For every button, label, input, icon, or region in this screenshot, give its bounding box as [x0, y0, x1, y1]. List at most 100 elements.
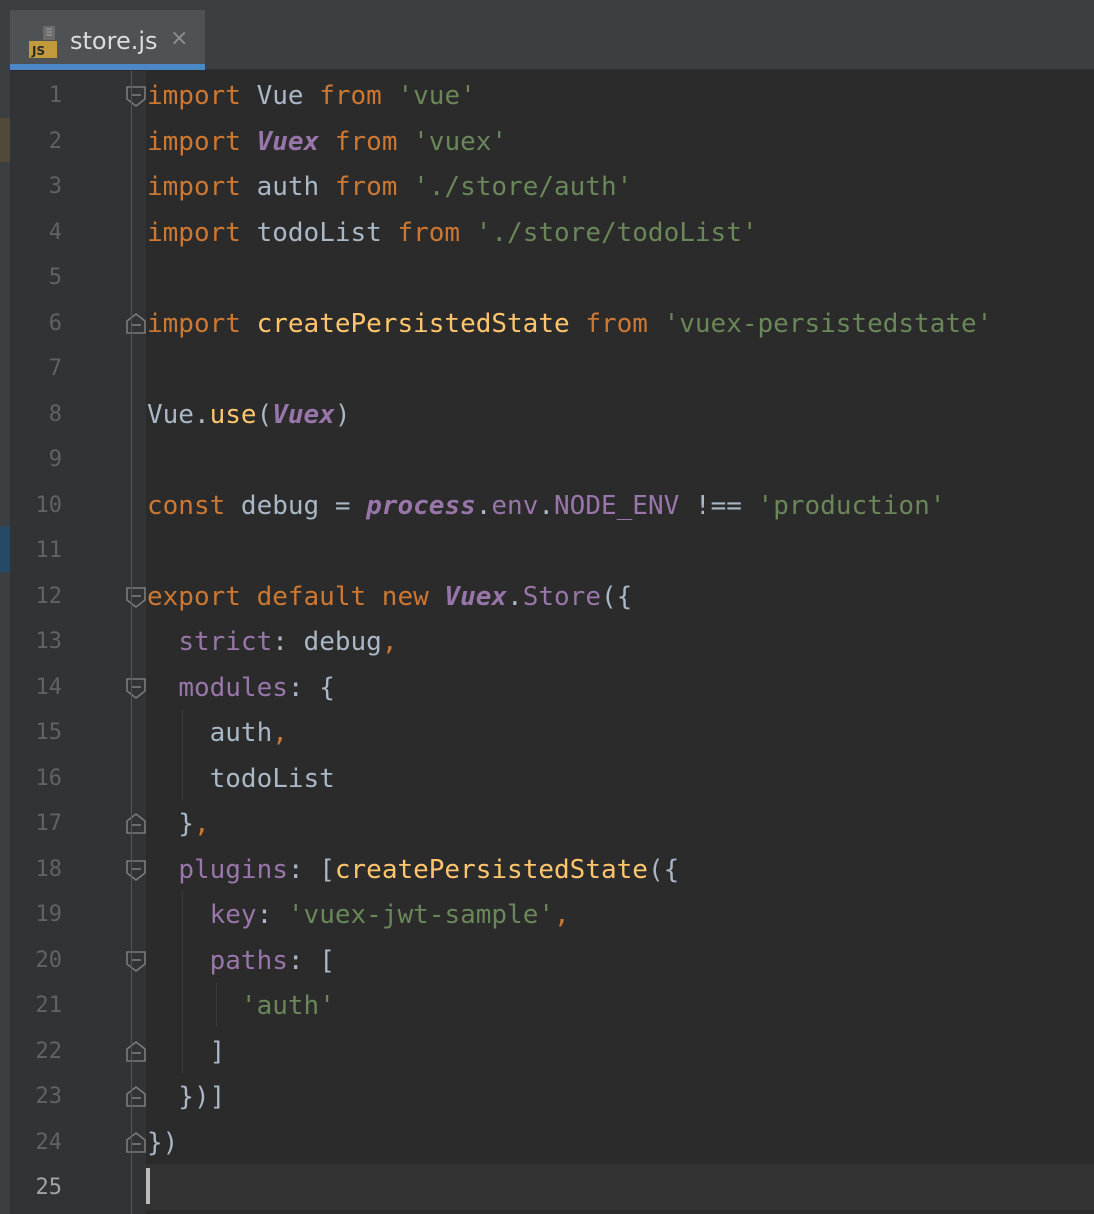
code-token: 'production' [757, 490, 946, 521]
code-token: createPersistedState [256, 308, 570, 339]
code-token: todoList [240, 217, 398, 248]
code-token: use [209, 399, 257, 430]
code-token: : [ [287, 945, 335, 976]
code-token: : [ [287, 854, 335, 885]
current-line-highlight [146, 1164, 1094, 1210]
code-token: ) [334, 399, 351, 430]
fold-open-icon[interactable] [124, 949, 148, 973]
code-line[interactable]: import Vue from 'vue' [147, 73, 476, 119]
code-line[interactable]: paths: [ [147, 938, 335, 984]
code-token: 'vuex-jwt-sample' [287, 900, 555, 930]
code-token: modules [178, 672, 288, 703]
code-token: createPersistedState [334, 854, 648, 885]
active-tab-indicator [10, 64, 205, 70]
code-line[interactable]: plugins: [createPersistedState({ [147, 847, 679, 893]
fold-open-icon[interactable] [124, 585, 148, 609]
code-token: from [397, 217, 461, 248]
code-token: 'auth' [240, 991, 335, 1021]
code-token: './store/auth' [413, 172, 633, 202]
code-token: env [491, 490, 539, 521]
code-token: . [538, 490, 555, 521]
code-line[interactable]: import Vuex from 'vuex' [147, 119, 507, 165]
line-number: 4 [48, 219, 62, 245]
svg-text:JS: JS [31, 44, 45, 58]
code-line[interactable]: 'auth' [147, 983, 335, 1029]
code-line[interactable]: todoList [147, 756, 335, 802]
code-token: import [147, 126, 241, 157]
fold-close-icon[interactable] [124, 1131, 148, 1155]
line-number: 3 [48, 174, 62, 199]
line-number: 18 [35, 856, 63, 882]
line-number: 6 [48, 310, 62, 336]
code-line[interactable]: modules: { [147, 665, 335, 711]
fold-open-icon[interactable] [124, 858, 148, 882]
code-token: Store [522, 581, 601, 612]
code-token: const [147, 490, 226, 521]
code-line[interactable]: auth, [147, 710, 288, 756]
line-number: 13 [35, 629, 63, 654]
fold-close-icon[interactable] [124, 1085, 148, 1109]
code-line[interactable]: }) [147, 1120, 178, 1166]
strip-marker [0, 118, 10, 162]
tab-store-js[interactable]: JS store.js × [10, 10, 205, 70]
line-number: 16 [35, 765, 63, 791]
code-token: ( [256, 399, 273, 430]
code-line[interactable]: ] [147, 1029, 226, 1075]
code-line[interactable]: const debug = process.env.NODE_ENV !== '… [147, 483, 945, 529]
code-line[interactable]: import auth from './store/auth' [147, 164, 632, 210]
code-line[interactable]: })] [147, 1074, 225, 1120]
line-number: 12 [35, 583, 63, 609]
code-token: 'vue' [397, 81, 476, 111]
close-icon[interactable]: × [170, 26, 188, 51]
code-line[interactable]: import todoList from './store/todoList' [147, 210, 758, 256]
code-line[interactable]: import createPersistedState from 'vuex-p… [147, 301, 992, 347]
code-line[interactable]: strict: debug, [147, 619, 397, 665]
line-number: 8 [48, 401, 62, 427]
code-line[interactable]: export default new Vuex.Store({ [147, 574, 632, 620]
line-number: 25 [35, 1175, 63, 1200]
fold-close-icon[interactable] [124, 312, 148, 336]
strip-marker [0, 526, 10, 572]
code-token: , [193, 809, 210, 839]
code-line[interactable]: }, [147, 801, 210, 847]
code-line[interactable]: key: 'vuex-jwt-sample', [147, 892, 570, 938]
code-token: import [147, 81, 241, 111]
code-token: . [475, 490, 492, 521]
line-number: 9 [48, 447, 62, 472]
code-token: ({ [600, 581, 633, 612]
line-number: 22 [35, 1038, 63, 1064]
code-token: auth [147, 718, 273, 748]
fold-gutter-line [131, 71, 132, 1214]
line-number: 1 [48, 83, 62, 108]
code-token: from [319, 81, 382, 111]
code-token: from [334, 126, 398, 157]
code-token: : [256, 900, 288, 930]
code-token: }) [147, 1127, 179, 1158]
code-token: 'vuex' [413, 126, 508, 157]
fold-close-icon[interactable] [124, 1040, 148, 1064]
code-token: !== [679, 490, 758, 521]
line-number: 10 [35, 492, 63, 518]
line-number: 20 [35, 947, 63, 973]
code-token: ({ [647, 854, 680, 885]
code-line[interactable]: Vue.use(Vuex) [147, 392, 351, 438]
code-token: 'vuex-persistedstate' [663, 308, 993, 339]
text-caret [146, 1168, 150, 1204]
code-token: , [381, 627, 398, 657]
code-token: key [209, 900, 257, 930]
fold-close-icon[interactable] [124, 812, 148, 836]
fold-open-icon[interactable] [124, 84, 148, 108]
fold-open-icon[interactable] [124, 676, 148, 700]
code-token: : { [287, 672, 335, 703]
code-token: strict [178, 627, 273, 657]
